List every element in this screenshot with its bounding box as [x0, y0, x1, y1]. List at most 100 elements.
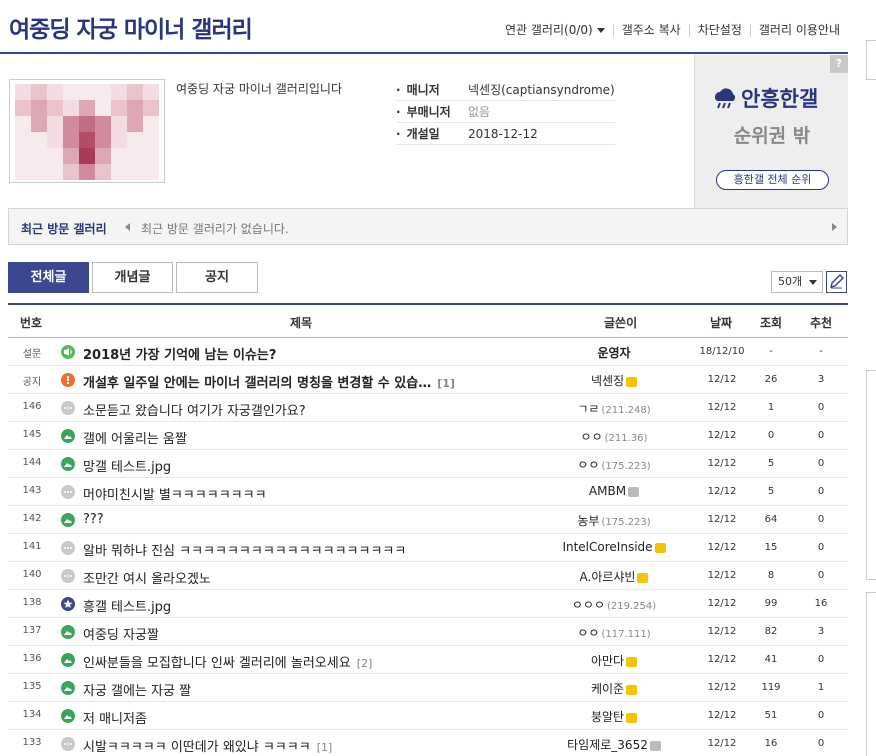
post-number: 141	[22, 541, 42, 552]
post-writer[interactable]: ㅇㅇ (117.111)	[548, 624, 680, 641]
post-writer[interactable]: IntelCoreInside	[548, 540, 680, 554]
post-title-link[interactable]: 시발ㅋㅋㅋㅋㅋ 이딴데가 왜있냐 ㅋㅋㅋㅋ [1]	[83, 736, 332, 755]
post-number: 142	[22, 513, 42, 524]
copy-address-link[interactable]: 갤주소 복사	[612, 24, 689, 37]
thumbnail-pixel	[79, 132, 95, 148]
table-row[interactable]: 134 저 매니저좀 붕알탄 12/12 51 0	[8, 702, 848, 730]
table-row[interactable]: 144 망갤 테스트.jpg ㅇㅇ (175.223) 12/12 5 0	[8, 450, 848, 478]
post-writer[interactable]: 농부 (175.223)	[548, 512, 680, 529]
post-title-link[interactable]: 자궁 갤에는 자궁 짤	[83, 680, 191, 699]
post-recommend: 0	[817, 430, 825, 441]
post-date: 12/12	[707, 654, 737, 665]
thumbnail-pixel	[79, 164, 95, 180]
post-number: 134	[22, 709, 42, 720]
meta-submanager: 부매니저 없음	[396, 101, 615, 123]
post-title-link[interactable]: 인싸분들을 모집합니다 인싸 겔러리에 놀러오세요 [2]	[83, 652, 372, 671]
tab-notice[interactable]: 공지	[176, 262, 258, 293]
gallery-title[interactable]: 여중딩 자궁 마이너 갤러리	[9, 10, 253, 44]
manager-name[interactable]: 넥센징(captiansyndrome)	[468, 81, 615, 98]
speech-bubble-icon	[61, 737, 75, 751]
thumbnail-pixel	[95, 132, 111, 148]
table-row[interactable]: 138 흥갤 테스트.jpg ㅇㅇㅇ (219.254) 12/12 99 16	[8, 590, 848, 618]
post-title-link[interactable]: 망갤 테스트.jpg	[83, 456, 171, 475]
post-number: 136	[22, 653, 42, 664]
thumbnail-pixel	[63, 132, 79, 148]
post-title-link[interactable]: 소문듣고 왔습니다 여기가 자궁갤인가요?	[83, 400, 306, 419]
post-writer[interactable]: 넥센징	[548, 372, 680, 389]
thumbnail-pixel	[15, 132, 31, 148]
post-date: 12/12	[707, 570, 737, 581]
writer-ip: (219.254)	[606, 601, 657, 612]
post-writer[interactable]: ㄱㄹ (211.248)	[548, 400, 680, 417]
table-row[interactable]: 공지 개설후 일주일 안에는 마이너 갤러리의 명칭을 변경할 수 있습… [1] 넥…	[8, 366, 848, 394]
header-links: 연관 갤러리(0/0) 갤주소 복사 차단설정 갤러리 이용안내	[497, 24, 848, 37]
post-number: 설문	[22, 349, 42, 360]
post-writer[interactable]: 케이준	[548, 680, 680, 697]
post-writer[interactable]: AMBM	[548, 484, 680, 498]
reply-count[interactable]: [1]	[437, 377, 455, 390]
post-writer[interactable]: 붕알탄	[548, 708, 680, 725]
table-row[interactable]: 137 여중딩 자궁짤 ㅇㅇ (117.111) 12/12 82 3	[8, 618, 848, 646]
table-row[interactable]: 136 인싸분들을 모집합니다 인싸 겔러리에 놀러오세요 [2] 아만다 12/12 4…	[8, 646, 848, 674]
table-row[interactable]: 143 머야미친시발 별ㅋㅋㅋㅋㅋㅋㅋㅋ AMBM 12/12 5 0	[8, 478, 848, 506]
post-title-link[interactable]: 2018년 가장 기억에 남는 이슈는?	[83, 344, 276, 363]
reply-count[interactable]: [2]	[357, 657, 373, 670]
list-count-select[interactable]: 50개	[771, 271, 823, 293]
recent-galleries: 최근 방문 갤러리 최근 방문 갤러리가 없습니다.	[8, 208, 848, 245]
block-settings-link[interactable]: 차단설정	[688, 24, 750, 37]
post-title-link[interactable]: 저 매니저좀	[83, 708, 147, 727]
post-title-link[interactable]: 조만간 여시 올라오겠노	[83, 568, 211, 587]
post-title-link[interactable]: 알바 뭐하냐 진심 ㅋㅋㅋㅋㅋㅋㅋㅋㅋㅋㅋㅋㅋㅋㅋㅋㅋㅋㅋ	[83, 540, 406, 559]
post-writer[interactable]: ㅇㅇ (211.36)	[548, 428, 680, 445]
post-date: 12/12	[707, 514, 737, 525]
writer-ip: (117.111)	[601, 629, 651, 640]
full-rank-button[interactable]: 흥한갤 전체 순위	[716, 170, 829, 190]
post-title-link[interactable]: 갤에 어울리는 움짤	[83, 428, 187, 447]
table-row[interactable]: 141 알바 뭐하냐 진심 ㅋㅋㅋㅋㅋㅋㅋㅋㅋㅋㅋㅋㅋㅋㅋㅋㅋㅋㅋ IntelCor…	[8, 534, 848, 562]
thumbnail-pixel	[95, 116, 111, 132]
post-writer[interactable]: 아만다	[548, 652, 680, 669]
post-title-link[interactable]: ???	[83, 512, 104, 527]
post-title-link[interactable]: 머야미친시발 별ㅋㅋㅋㅋㅋㅋㅋㅋ	[83, 484, 267, 503]
post-writer[interactable]: 운영자	[548, 344, 680, 361]
tab-concept[interactable]: 개념글	[92, 262, 173, 293]
star-icon	[61, 597, 75, 611]
help-icon[interactable]: ?	[830, 55, 848, 73]
post-writer[interactable]: ㅇㅇ (175.223)	[548, 456, 680, 473]
gallery-guide-link[interactable]: 갤러리 이용안내	[749, 24, 848, 37]
image-icon	[61, 653, 75, 667]
table-row[interactable]: 146 소문듣고 왔습니다 여기가 자궁갤인가요? ㄱㄹ (211.248) 12/12…	[8, 394, 848, 422]
table-row[interactable]: 140 조만간 여시 올라오겠노 A.아르샤빈 12/12 8 0	[8, 562, 848, 590]
thumbnail-pixel	[111, 116, 127, 132]
thumbnail-pixel	[95, 84, 111, 100]
table-row[interactable]: 145 갤에 어울리는 움짤 ㅇㅇ (211.36) 12/12 0 0	[8, 422, 848, 450]
post-date: 12/12	[707, 486, 737, 497]
post-writer[interactable]: 타임제로_3652	[548, 736, 680, 753]
table-row[interactable]: 설문 2018년 가장 기억에 남는 이슈는? 운영자 18/12/10 - -	[8, 338, 848, 366]
prev-arrow-icon[interactable]	[125, 223, 130, 231]
image-icon	[61, 429, 75, 443]
table-row[interactable]: 142??? 농부 (175.223) 12/12 64 0	[8, 506, 848, 534]
post-list: 설문 2018년 가장 기억에 남는 이슈는? 운영자 18/12/10 - - 공지 개설후…	[8, 338, 848, 756]
table-row[interactable]: 135 자궁 갤에는 자궁 짤 케이준 12/12 119 1	[8, 674, 848, 702]
next-arrow-icon[interactable]	[832, 223, 837, 231]
post-writer[interactable]: ㅇㅇㅇ (219.254)	[548, 596, 680, 613]
post-writer[interactable]: A.아르샤빈	[548, 568, 680, 585]
write-button[interactable]	[826, 271, 847, 293]
related-gallery-link[interactable]: 연관 갤러리(0/0)	[497, 24, 613, 37]
table-row[interactable]: 133 시발ㅋㅋㅋㅋㅋ 이딴데가 왜있냐 ㅋㅋㅋㅋ [1] 타임제로_3652 12/1…	[8, 730, 848, 756]
tab-all[interactable]: 전체글	[8, 262, 89, 293]
speech-bubble-icon	[61, 485, 75, 499]
thumbnail-pixel	[79, 100, 95, 116]
reply-count[interactable]: [1]	[317, 741, 333, 754]
post-title-link[interactable]: 개설후 일주일 안에는 마이너 갤러리의 명칭을 변경할 수 있습… [1]	[83, 372, 455, 391]
post-title-link[interactable]: 여중딩 자궁짤	[83, 624, 159, 643]
gallery-info: 여중딩 자궁 마이너 갤러리입니다 매니저 넥센징(captiansyndrom…	[8, 55, 694, 208]
post-title-link[interactable]: 흥갤 테스트.jpg	[83, 596, 171, 615]
semi-fixed-nick-icon	[626, 376, 638, 387]
col-title: 제목	[290, 316, 313, 330]
post-date: 12/12	[707, 710, 737, 721]
writer-ip: (175.223)	[601, 517, 651, 528]
thumbnail-pixel	[15, 84, 31, 100]
post-recommend: 0	[817, 710, 825, 721]
